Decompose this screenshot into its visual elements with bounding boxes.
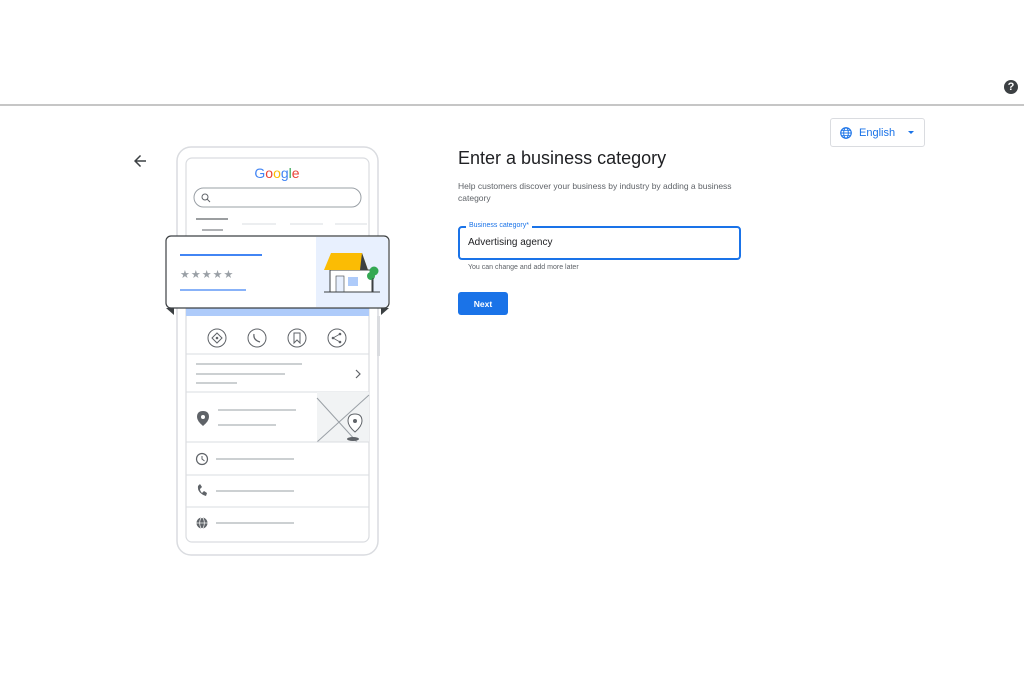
language-selector[interactable]: English [830, 118, 925, 147]
phone-screen [185, 157, 370, 543]
business-category-input[interactable] [468, 237, 730, 248]
bookmark-icon [287, 328, 307, 348]
caret-down-icon [908, 131, 914, 134]
business-profile-illustration: Google ★★★★★ [165, 146, 390, 556]
top-bar [0, 0, 1024, 106]
google-logo: Google [254, 165, 299, 181]
search-bar [193, 187, 362, 208]
business-category-field[interactable]: Business category* [458, 222, 741, 260]
language-label: English [859, 126, 896, 139]
page-subtitle: Help customers discover your business by… [458, 181, 732, 203]
helper-text: You can change and add more later [468, 264, 579, 271]
globe-icon [840, 126, 852, 139]
logo-letter-o1: o [265, 165, 273, 181]
page-title: Enter a business category [458, 148, 667, 168]
next-button[interactable]: Next [458, 292, 508, 315]
help-icon[interactable]: ? [1004, 80, 1018, 94]
rating-stars: ★★★★★ [180, 269, 234, 281]
logo-letter-e: e [292, 165, 300, 181]
logo-letter-o2: o [273, 165, 281, 181]
website-globe-icon [196, 517, 208, 529]
business-category-label: Business category* [466, 222, 532, 229]
directions-icon [207, 328, 227, 348]
logo-letter-g: g [281, 165, 289, 181]
share-icon [327, 328, 347, 348]
logo-letter-G: G [254, 165, 265, 181]
phone-icon [247, 328, 267, 348]
